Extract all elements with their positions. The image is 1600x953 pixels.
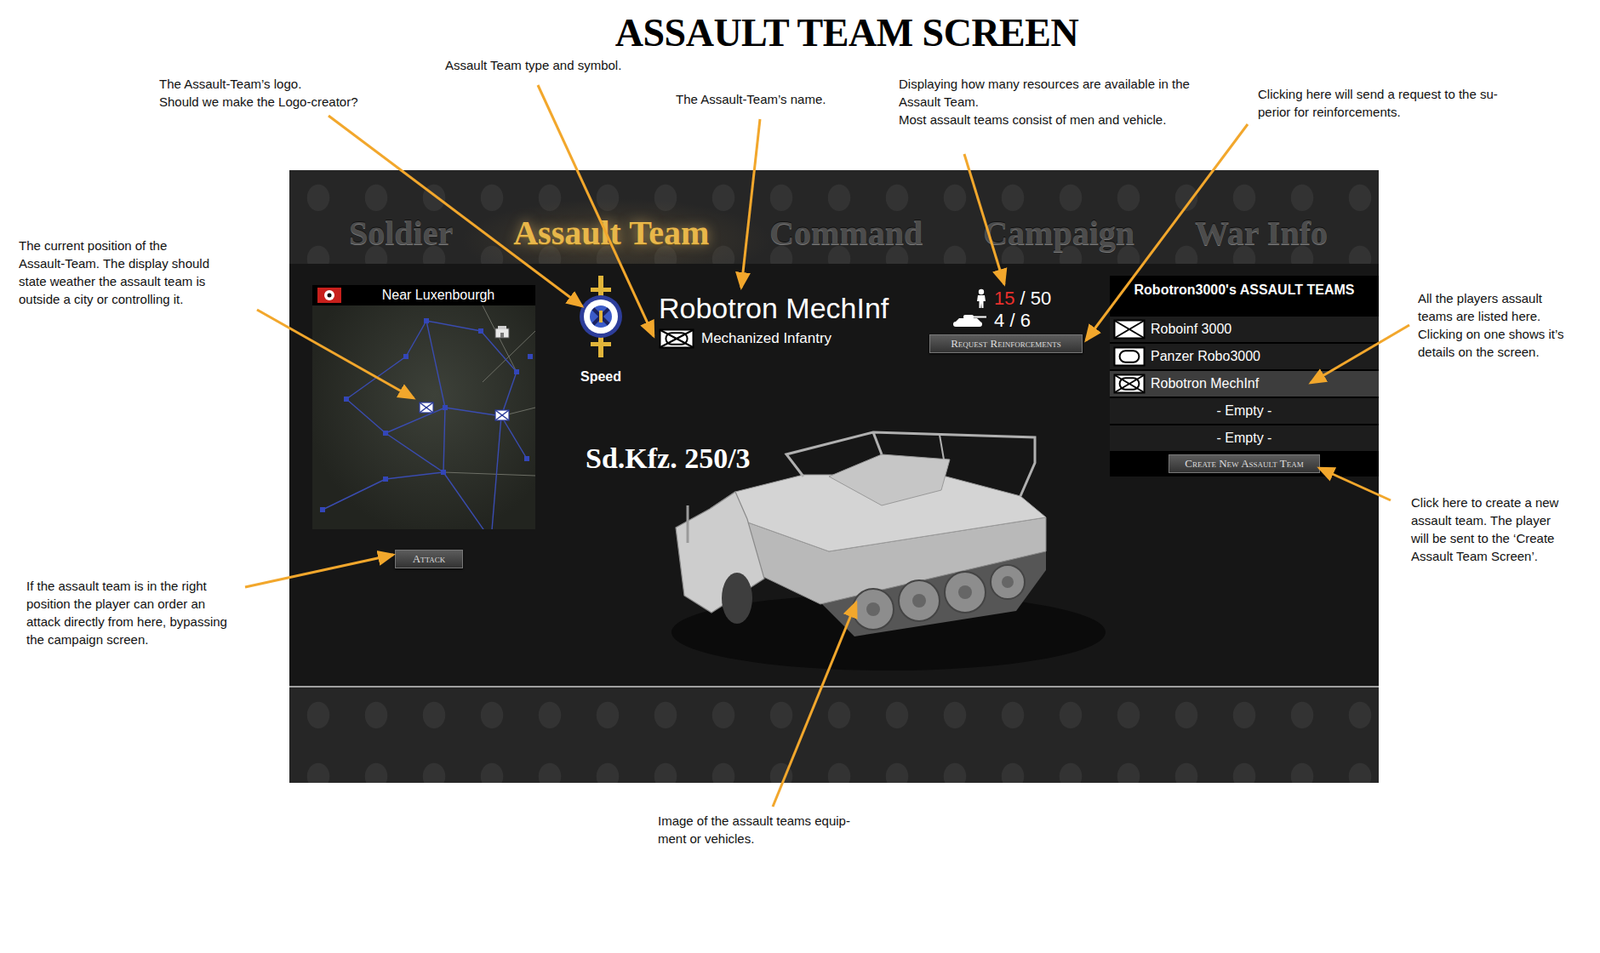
tank-icon — [951, 314, 988, 328]
teams-panel-title: Robotron3000's ASSAULT TEAMS — [1109, 275, 1379, 317]
team-row[interactable]: - Empty - — [1109, 425, 1379, 452]
annotation-arrow — [328, 115, 583, 307]
team-row[interactable]: Panzer Robo3000 — [1109, 343, 1379, 370]
annotation: The current position of theAssault-Team.… — [18, 236, 210, 309]
team-row[interactable]: Roboinf 3000 — [1109, 316, 1379, 343]
team-row-label: - Empty - — [1217, 430, 1273, 446]
team-row[interactable]: Robotron MechInf — [1109, 371, 1379, 397]
annotation: Assault Team type and symbol. — [445, 56, 622, 75]
map-marker[interactable] — [494, 325, 510, 343]
annotation: The Assault-Team’s name. — [675, 90, 826, 109]
annotation-arrow — [772, 602, 857, 807]
annotation-arrow — [964, 154, 1005, 285]
attack-button[interactable]: Attack — [394, 549, 463, 569]
annotation: All the players assaultteams are listed … — [1417, 289, 1564, 361]
annotation-arrow — [245, 554, 394, 588]
team-row-label: Panzer Robo3000 — [1150, 348, 1261, 365]
armor-symbol-icon — [1113, 346, 1146, 367]
annotation: The Assault-Team’s logo.Should we make t… — [159, 74, 358, 111]
tab-bar: Soldier Assault Team Command Campaign War In… — [289, 170, 1379, 264]
resource-row: 15 / 50 — [929, 287, 1083, 310]
annotation: Displaying how many resources are availa… — [898, 74, 1190, 129]
team-row-label: - Empty - — [1217, 403, 1273, 419]
nav-tab[interactable]: War Info — [1194, 212, 1328, 254]
campaign-map[interactable] — [312, 305, 536, 530]
flag-icon — [317, 287, 342, 303]
annotation-arrow — [537, 85, 654, 337]
mech-infantry-symbol-icon — [1113, 373, 1146, 395]
mech-infantry-symbol-icon — [658, 328, 695, 349]
unit-icon — [418, 401, 435, 414]
team-type: Mechanized Infantry — [701, 330, 832, 348]
game-screen: Soldier Assault Team Command Campaign War In… — [289, 170, 1379, 783]
soldier-icon — [975, 288, 988, 309]
location-header: Near Luxenbourgh — [312, 285, 536, 306]
annotation-arrow — [1085, 124, 1248, 341]
resources: 15 / 504 / 6Request Reinforcements — [929, 287, 1083, 388]
team-row[interactable]: - Empty - — [1109, 398, 1379, 424]
annotation: If the assault team is in the rightposit… — [26, 577, 228, 649]
vehicle-image — [658, 423, 1110, 680]
annotation: Click here to create a newassault team. … — [1411, 493, 1559, 566]
resource-max: 50 — [1030, 287, 1052, 309]
location-panel: Near Luxenbourgh Attack — [312, 285, 536, 686]
nav-tab[interactable]: Command — [769, 212, 923, 254]
nav-tab[interactable]: Soldier — [348, 212, 453, 254]
resource-divider: / — [1009, 309, 1015, 332]
team-logo-icon — [578, 274, 623, 360]
map-marker[interactable] — [494, 409, 510, 425]
annotation-arrow — [1319, 468, 1391, 501]
annotation-arrow — [257, 309, 414, 399]
annotation-arrows — [0, 0, 1600, 953]
annotation: Clicking here will send a request to the… — [1257, 85, 1498, 121]
logo-caption: Speed — [580, 369, 622, 385]
teams-panel: Robotron3000's ASSAULT TEAMS Roboinf 3000… — [1109, 275, 1379, 477]
location-label: Near Luxenbourgh — [341, 287, 536, 303]
create-team-button[interactable]: Create New Assault Team — [1168, 454, 1320, 474]
resource-row: 4 / 6 — [929, 309, 1083, 332]
page-title: ASSAULT TEAM SCREEN — [615, 10, 1079, 56]
vehicle-name: Sd.Kfz. 250/3 — [578, 387, 1110, 475]
nav-tab[interactable]: Assault Team — [513, 212, 709, 254]
team-name: Robotron MechInf — [658, 292, 889, 324]
map-marker[interactable] — [418, 401, 435, 418]
resource-current: 15 — [994, 287, 1015, 309]
infantry-symbol-icon — [1113, 319, 1146, 340]
team-details: Speed Robotron MechInf Mechanized Infantry… — [578, 263, 1110, 686]
team-row-label: Roboinf 3000 — [1150, 321, 1232, 338]
annotation-arrow — [1310, 325, 1410, 383]
resource-max: 6 — [1020, 309, 1031, 332]
resource-current: 4 — [994, 309, 1005, 332]
nav-tab[interactable]: Campaign — [982, 212, 1135, 254]
footer-band — [289, 687, 1379, 783]
annotation: Image of the assault teams equip-ment or… — [657, 811, 851, 848]
request-reinforcements-button[interactable]: Request Reinforcements — [929, 334, 1083, 354]
team-row-label: Robotron MechInf — [1150, 376, 1259, 392]
city-icon — [494, 325, 510, 339]
resource-divider: / — [1020, 287, 1026, 309]
annotation-arrow — [741, 119, 760, 288]
unit-icon — [494, 409, 510, 422]
